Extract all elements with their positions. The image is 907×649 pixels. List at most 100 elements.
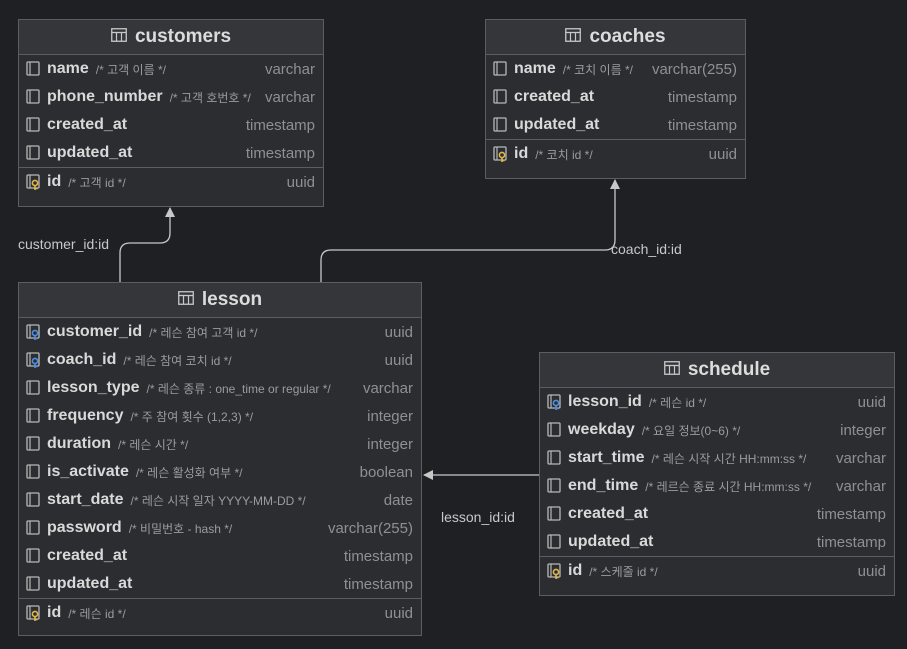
column-row[interactable]: updated_at timestamp (19, 139, 323, 167)
column-row[interactable]: frequency /* 주 참여 횟수 (1,2,3) */ integer (19, 402, 421, 430)
column-comment: /* 코치 id */ (535, 147, 593, 162)
column-name: id (47, 604, 62, 621)
table-icon (663, 359, 680, 381)
column-comment: /* 고객 id */ (68, 175, 126, 190)
column-type: varchar (362, 379, 413, 397)
column-row[interactable]: start_time /* 레슨 시작 시간 HH:mm:ss */ varchar (540, 444, 894, 472)
primary-key-icon (24, 604, 47, 622)
column-type: uuid (384, 323, 413, 341)
column-type: varchar (835, 477, 886, 495)
column-row[interactable]: end_time /* 레르슨 종료 시간 HH:mm:ss */ varchar (540, 472, 894, 500)
column-name: duration (47, 435, 111, 452)
table-lesson[interactable]: lesson customer_id/* 레슨 참여 고객 id */uuid co… (18, 282, 422, 636)
column-comment: /* 레슨 종류 : one_time or regular */ (146, 381, 331, 396)
primary-key-icon (545, 562, 568, 580)
column-row[interactable]: updated_at timestamp (486, 111, 745, 139)
column-row[interactable]: name /* 고객 이름 */ varchar (19, 55, 323, 83)
column-type: timestamp (245, 144, 315, 162)
column-comment: /* 레슨 참여 고객 id */ (149, 325, 258, 340)
column-name: phone_number (47, 88, 163, 105)
column-row[interactable]: name /* 코치 이름 */ varchar(255) (486, 55, 745, 83)
column-name: lesson_id (568, 393, 642, 410)
column-icon (491, 60, 514, 78)
table-icon (177, 289, 194, 311)
column-row[interactable]: created_at timestamp (19, 542, 421, 570)
column-icon (545, 421, 568, 439)
column-icon (24, 144, 47, 162)
column-name: end_time (568, 477, 639, 494)
table-title: lesson (201, 289, 263, 310)
column-type: timestamp (667, 88, 737, 106)
column-comment: /* 주 참여 횟수 (1,2,3) */ (130, 409, 254, 424)
column-name: created_at (568, 505, 649, 522)
column-type: boolean (359, 463, 413, 481)
column-comment: /* 레르슨 종료 시간 HH:mm:ss */ (645, 479, 812, 494)
edge-lesson-coaches (320, 179, 620, 283)
column-row[interactable]: coach_id /* 레슨 참여 코치 id */ uuid (19, 346, 421, 374)
table-title: coaches (589, 26, 666, 47)
column-icon (24, 463, 47, 481)
column-row[interactable]: updated_at timestamp (19, 570, 421, 598)
column-name: created_at (47, 116, 128, 133)
foreign-key-icon (24, 351, 47, 369)
column-icon (545, 533, 568, 551)
column-row[interactable]: password /* 비밀번호 - hash */ varchar(255) (19, 514, 421, 542)
column-type: timestamp (816, 533, 886, 551)
column-name: updated_at (47, 144, 133, 161)
table-customers[interactable]: customers name/* 고객 이름 */varchar phone_num… (18, 19, 324, 207)
column-row[interactable]: phone_number /* 고객 호번호 */ varchar (19, 83, 323, 111)
column-name: lesson_type (47, 379, 140, 396)
edge-label-customer: customer_id:id (18, 236, 110, 252)
primary-key-row[interactable]: id /* 코치 id */ uuid (486, 139, 745, 168)
column-type: uuid (857, 562, 886, 580)
table-schedule[interactable]: schedule lesson_id /* 레슨 id */ uuid weekday /… (539, 352, 895, 596)
column-name: start_date (47, 491, 124, 508)
edge-label-lesson: lesson_id:id (441, 509, 515, 525)
column-row[interactable]: start_date /* 레슨 시작 일자 YYYY-MM-DD */ date (19, 486, 421, 514)
table-coaches[interactable]: coaches name /* 코치 이름 */ varchar(255) create… (485, 19, 746, 179)
column-name: name (47, 60, 89, 77)
primary-key-row[interactable]: id /* 고객 id */ uuid (19, 167, 323, 196)
column-icon (545, 505, 568, 523)
column-type: integer (367, 435, 413, 453)
column-row[interactable]: lesson_id /* 레슨 id */ uuid (540, 388, 894, 416)
column-comment: /* 고객 이름 */ (95, 62, 166, 77)
column-row[interactable]: created_at timestamp (540, 500, 894, 528)
column-row[interactable]: updated_at timestamp (540, 528, 894, 556)
primary-key-row[interactable]: id /* 스케줄 id */ uuid (540, 556, 894, 585)
column-row[interactable]: created_at timestamp (19, 111, 323, 139)
column-type: timestamp (816, 505, 886, 523)
column-name: weekday (568, 421, 635, 438)
column-icon (24, 60, 47, 78)
column-type: varchar(255) (651, 60, 737, 78)
column-row[interactable]: customer_id /* 레슨 참여 고객 id */ uuid (19, 318, 421, 346)
column-row[interactable]: duration /* 레슨 시간 */ integer (19, 430, 421, 458)
column-row[interactable]: lesson_type /* 레슨 종류 : one_time or regula… (19, 374, 421, 402)
column-name: id (47, 173, 62, 190)
column-type: timestamp (245, 116, 315, 134)
column-name: frequency (47, 407, 124, 424)
column-type: uuid (384, 604, 413, 622)
column-row[interactable]: created_at timestamp (486, 83, 745, 111)
column-icon (545, 477, 568, 495)
column-comment: /* 레슨 id */ (68, 606, 126, 621)
primary-key-row[interactable]: id /* 레슨 id */ uuid (19, 598, 421, 627)
column-icon (24, 575, 47, 593)
table-header-lesson: lesson (19, 283, 421, 318)
column-icon (24, 88, 47, 106)
column-name: updated_at (514, 116, 600, 133)
column-name: coach_id (47, 351, 117, 368)
column-type: integer (840, 421, 886, 439)
column-comment: /* 비밀번호 - hash */ (128, 521, 233, 536)
column-comment: /* 레슨 시작 시간 HH:mm:ss */ (651, 451, 807, 466)
table-header-coaches: coaches (486, 20, 745, 55)
column-row[interactable]: is_activate /* 레슨 활성화 여부 */ boolean (19, 458, 421, 486)
column-type: varchar (264, 60, 315, 78)
column-row[interactable]: weekday /* 요일 정보(0~6) */ integer (540, 416, 894, 444)
column-icon (24, 435, 47, 453)
column-type: uuid (708, 145, 737, 163)
column-icon (24, 116, 47, 134)
column-type: date (383, 491, 413, 509)
table-header-schedule: schedule (540, 353, 894, 388)
column-type: uuid (857, 393, 886, 411)
